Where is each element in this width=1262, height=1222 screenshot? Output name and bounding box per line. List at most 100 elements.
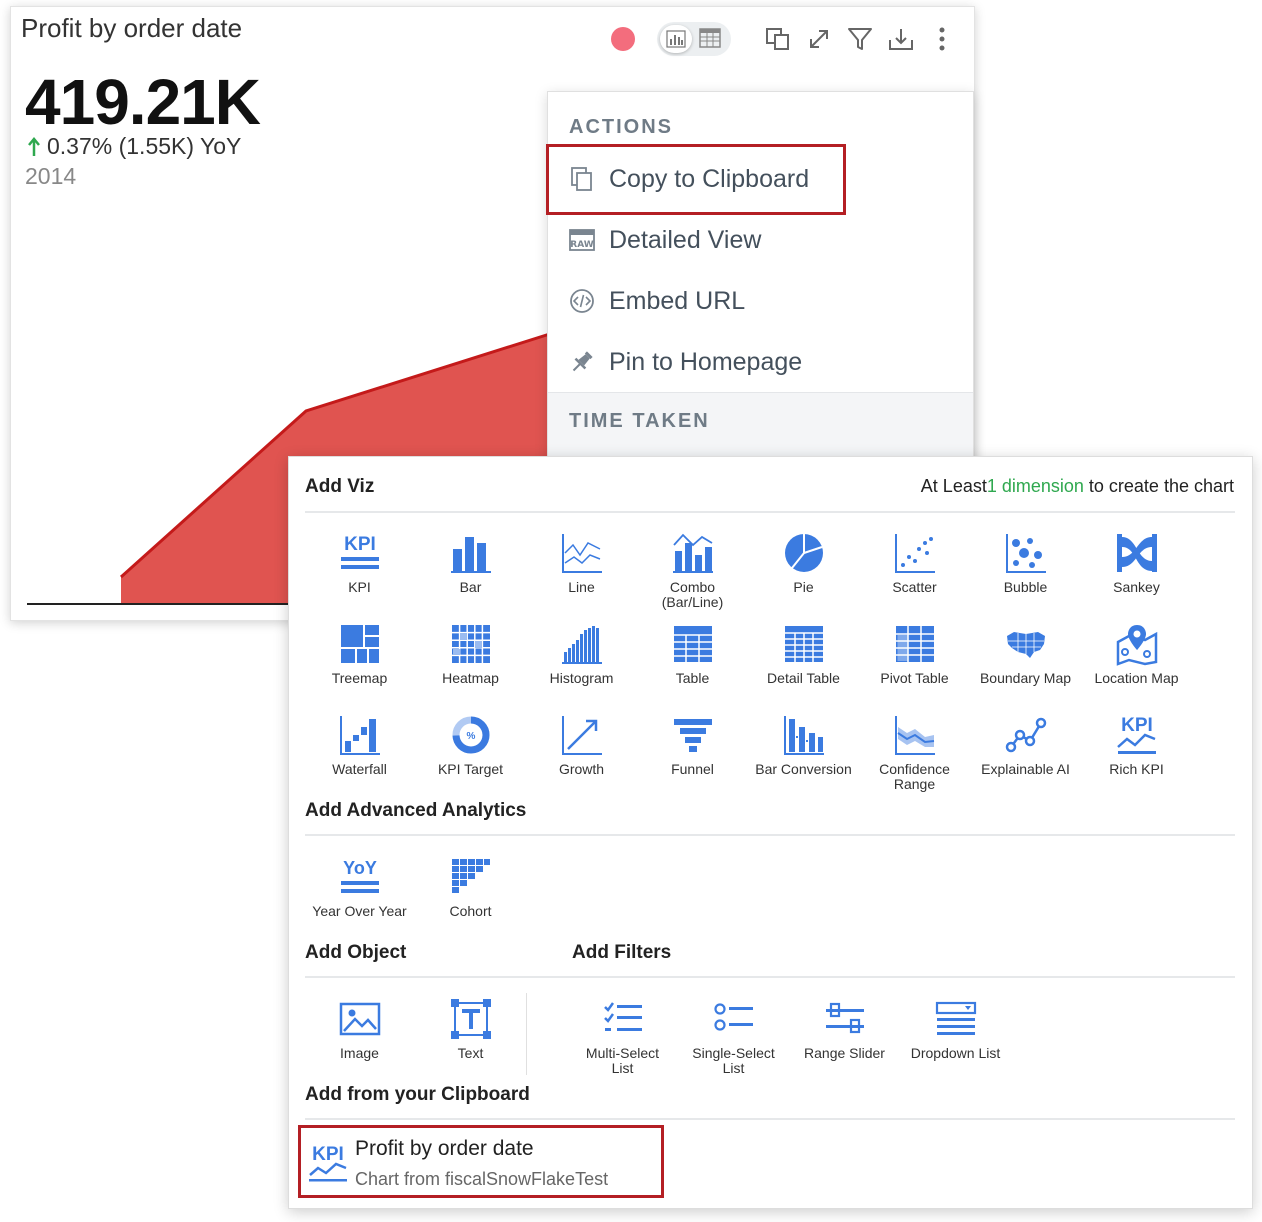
viz-tile-waterfall[interactable]: Waterfall — [304, 713, 415, 777]
histogram-icon — [561, 626, 602, 664]
raw-icon: RAW — [567, 225, 597, 255]
viz-tile-cohort[interactable]: Cohort — [415, 855, 526, 919]
single-select-icon — [713, 1003, 753, 1031]
viz-tile-rich-kpi[interactable]: KPI Rich KPI — [1081, 713, 1192, 777]
viz-tile-funnel[interactable]: Funnel — [637, 713, 748, 777]
viz-tile-kpi-target[interactable]: % KPI Target — [415, 713, 526, 777]
viz-tile-location-map[interactable]: Location Map — [1081, 622, 1192, 686]
viz-tile-boundary-map[interactable]: Boundary Map — [970, 622, 1081, 686]
tile-label: Heatmap — [442, 670, 499, 686]
location-map-icon — [1116, 625, 1157, 666]
viz-tile-pie[interactable]: Pie — [748, 531, 859, 595]
tile-label: Text — [457, 1045, 484, 1061]
viz-tile-line[interactable]: Line — [526, 531, 637, 595]
pin-icon — [567, 347, 597, 377]
pie-icon — [784, 534, 823, 572]
divider — [305, 976, 1235, 978]
tile-label: Bubble — [1003, 579, 1048, 595]
hint-suffix: to create the chart — [1083, 476, 1234, 496]
status-dot[interactable] — [611, 27, 635, 51]
download-icon[interactable] — [886, 24, 916, 54]
svg-text:%: % — [466, 731, 475, 742]
viz-tile-detail-table[interactable]: Detail Table — [748, 622, 859, 686]
viz-tile-pivot-table[interactable]: Pivot Table — [859, 622, 970, 686]
filter-tile-multi-select[interactable]: Multi-Select List — [567, 997, 678, 1076]
tile-label: Growth — [558, 761, 605, 777]
filter-icon[interactable] — [845, 24, 875, 54]
viz-tile-combo[interactable]: Combo (Bar/Line) — [637, 531, 748, 610]
viz-tile-year-over-year[interactable]: YoY Year Over Year — [304, 855, 415, 919]
viz-tile-growth[interactable]: Growth — [526, 713, 637, 777]
kpi-target-icon: % — [452, 716, 489, 754]
divider — [305, 511, 1235, 513]
tile-label: Funnel — [671, 761, 714, 777]
advanced-analytics-title: Add Advanced Analytics — [305, 800, 527, 821]
more-vertical-icon[interactable] — [927, 24, 957, 54]
bar-chart-icon[interactable] — [660, 25, 692, 53]
tile-label: KPI — [348, 579, 371, 595]
viz-tile-histogram[interactable]: Histogram — [526, 622, 637, 686]
treemap-icon — [340, 625, 379, 663]
viz-tile-kpi[interactable]: KPI KPI — [304, 531, 415, 595]
viz-tile-bar-conversion[interactable]: Bar Conversion — [748, 713, 859, 777]
menu-item-detailed-view[interactable]: RAW Detailed View — [548, 215, 973, 265]
time-taken-header: TIME TAKEN — [569, 410, 710, 432]
viz-tile-explainable-ai[interactable]: Explainable AI — [970, 713, 1081, 777]
tile-label: Pie — [793, 579, 814, 595]
tile-label: Line — [568, 579, 595, 595]
code-icon — [567, 286, 597, 316]
menu-item-label: Pin to Homepage — [609, 347, 803, 376]
copy-window-icon[interactable] — [763, 24, 793, 54]
tile-label: Dropdown List — [910, 1045, 1001, 1061]
svg-text:KPI: KPI — [1121, 715, 1153, 736]
tile-label: Single-Select List — [692, 1045, 775, 1076]
hint-dimension: 1 dimension — [986, 476, 1084, 496]
bar-conversion-icon — [783, 716, 824, 755]
yoy-icon: YoY — [340, 858, 379, 893]
filter-tile-range-slider[interactable]: Range Slider — [789, 997, 900, 1061]
tile-label: Cohort — [449, 903, 492, 919]
view-toggle[interactable] — [657, 22, 731, 56]
combo-icon — [672, 533, 713, 573]
clipboard-title: Add from your Clipboard — [305, 1084, 530, 1105]
clipboard-highlight-box — [298, 1125, 664, 1198]
tile-label: Location Map — [1094, 670, 1179, 686]
object-tile-image[interactable]: Image — [304, 997, 415, 1061]
chart-title: Profit by order date — [21, 13, 243, 43]
filter-tile-single-select[interactable]: Single-Select List — [678, 997, 789, 1076]
growth-icon — [561, 716, 602, 755]
filter-tile-dropdown-list[interactable]: Dropdown List — [900, 997, 1011, 1061]
confidence-range-icon — [894, 716, 935, 755]
tile-label: Table — [675, 670, 710, 686]
tile-label: Boundary Map — [979, 670, 1072, 686]
viz-tile-sankey[interactable]: Sankey — [1081, 531, 1192, 595]
viz-tile-treemap[interactable]: Treemap — [304, 622, 415, 686]
table-icon[interactable] — [699, 28, 721, 53]
tile-label: Explainable AI — [981, 761, 1070, 777]
pivot-table-icon — [895, 626, 934, 662]
tile-label: Treemap — [331, 670, 388, 686]
funnel-icon — [673, 719, 712, 752]
viz-tile-scatter[interactable]: Scatter — [859, 531, 970, 595]
menu-item-pin-to-homepage[interactable]: Pin to Homepage — [548, 337, 973, 387]
viz-tile-heatmap[interactable]: Heatmap — [415, 622, 526, 686]
expand-icon[interactable] — [804, 24, 834, 54]
menu-item-label: Embed URL — [609, 286, 746, 315]
kpi-value: 419.21K — [25, 66, 261, 138]
tile-label: Confidence Range — [879, 761, 950, 792]
kpi-year: 2014 — [25, 163, 77, 189]
tile-label: Detail Table — [767, 670, 840, 686]
menu-item-embed-url[interactable]: Embed URL — [548, 276, 973, 326]
viz-tile-confidence-range[interactable]: Confidence Range — [859, 713, 970, 792]
bar-icon — [450, 537, 491, 573]
tile-label: Waterfall — [332, 761, 387, 777]
dropdown-list-icon — [935, 1001, 976, 1035]
viz-tile-table[interactable]: Table — [637, 622, 748, 686]
rich-kpi-icon: KPI — [1116, 715, 1156, 754]
viz-tile-bar[interactable]: Bar — [415, 531, 526, 595]
add-filters-title: Add Filters — [572, 942, 672, 963]
object-tile-text[interactable]: Text — [415, 997, 526, 1061]
line-icon — [561, 534, 602, 573]
kpi-icon: KPI — [340, 534, 379, 569]
viz-tile-bubble[interactable]: Bubble — [970, 531, 1081, 595]
